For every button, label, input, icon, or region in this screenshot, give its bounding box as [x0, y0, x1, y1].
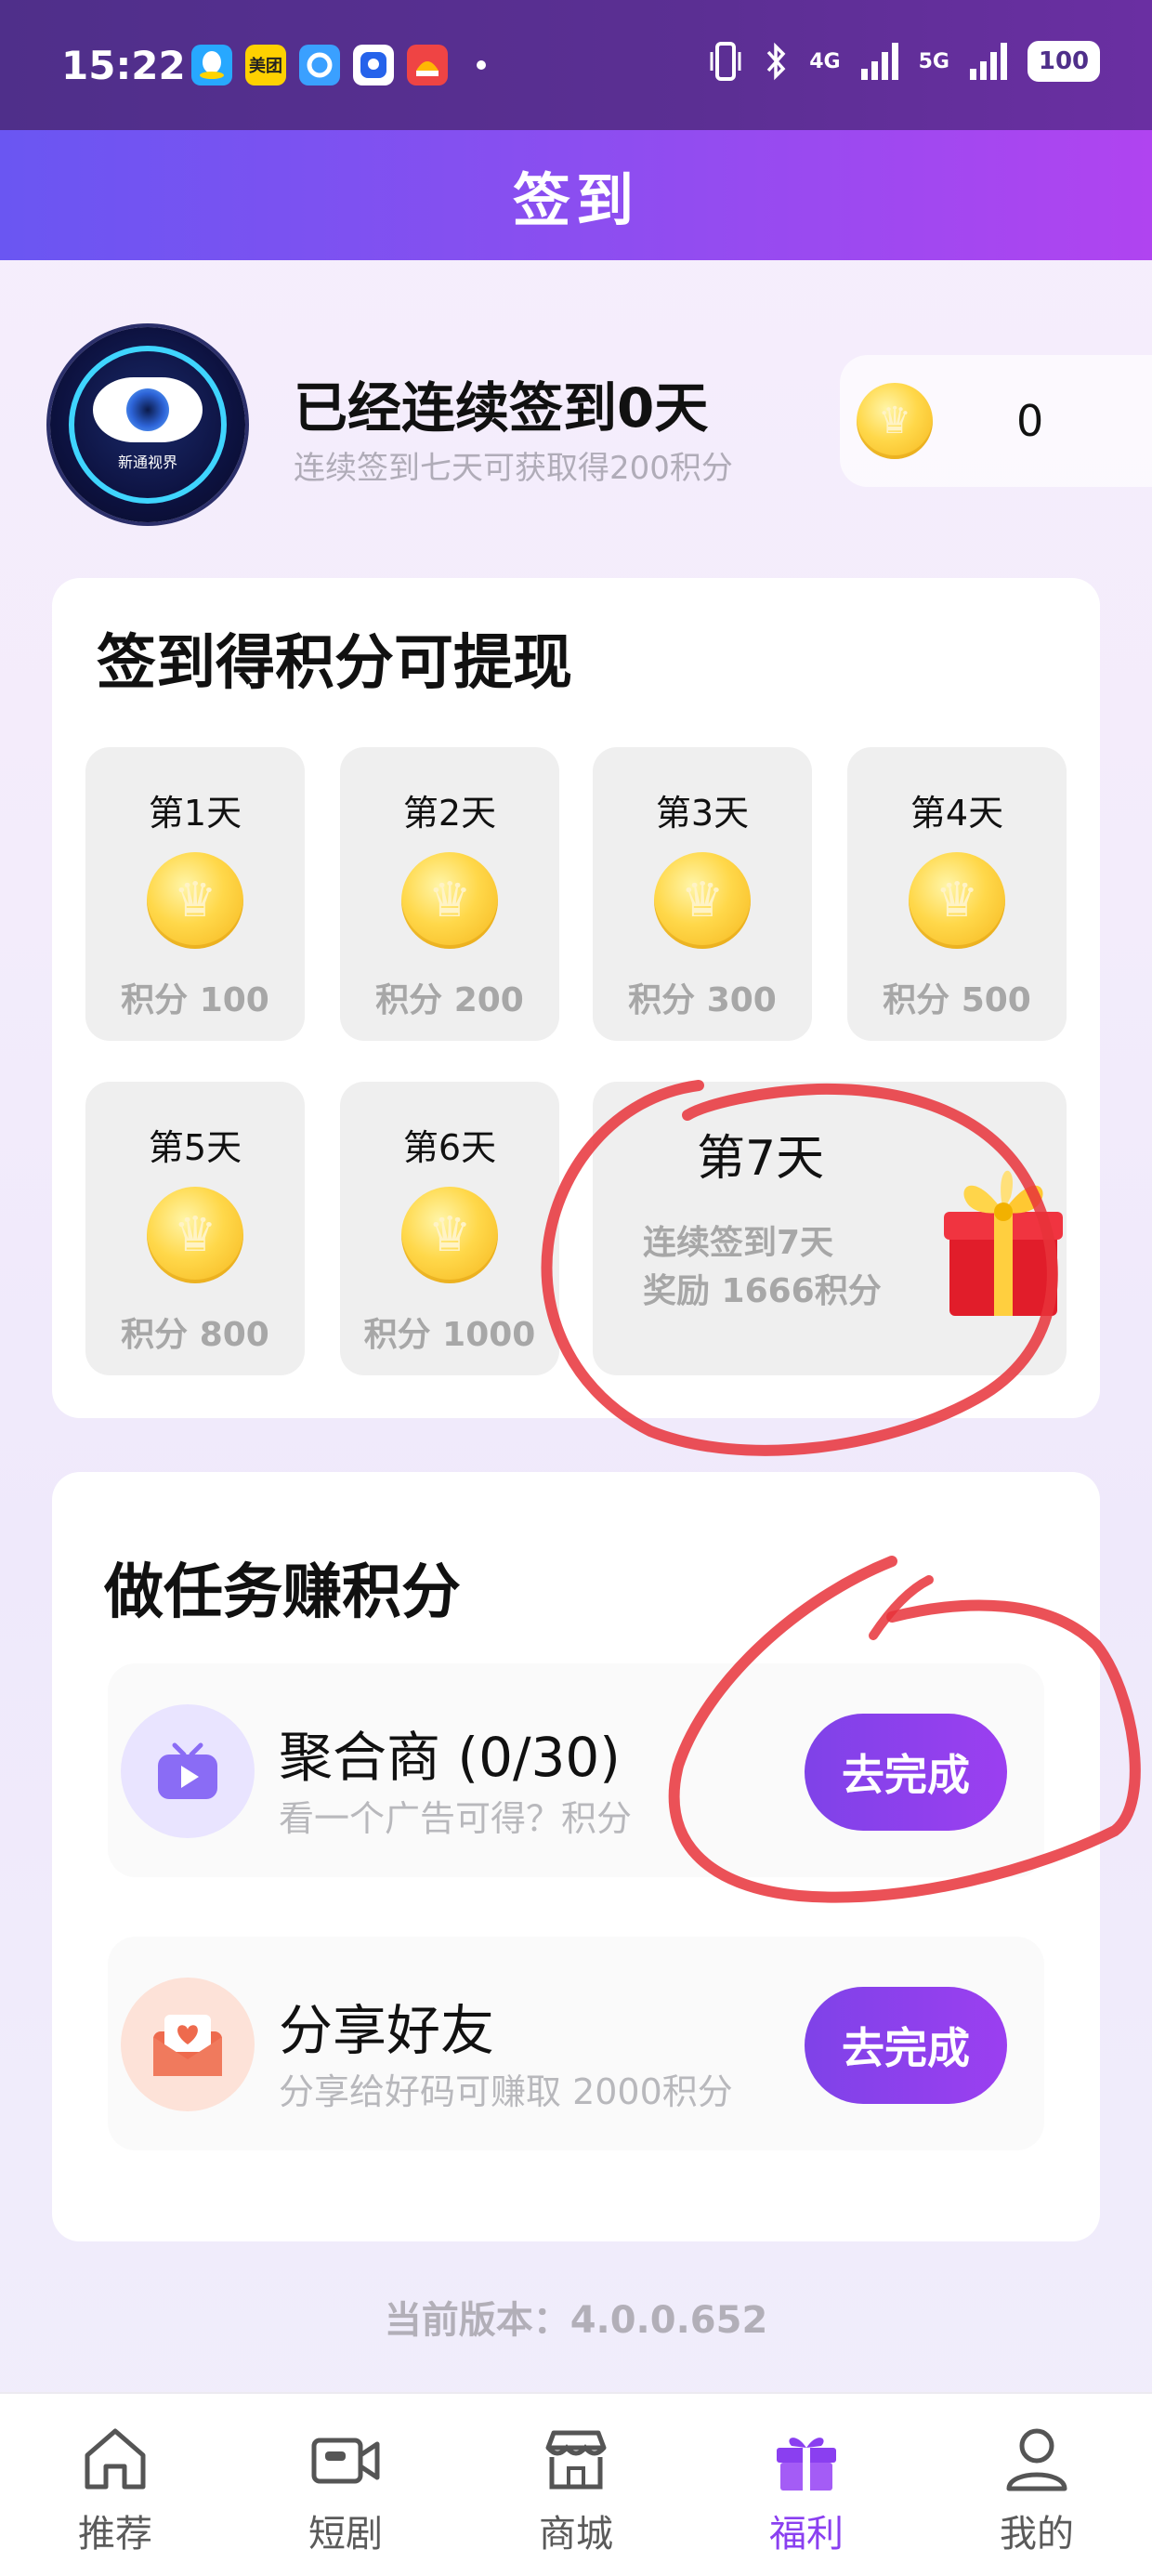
page-title: 签到 [512, 166, 639, 234]
coin-icon: ♛ [147, 852, 243, 949]
task-desc: 分享给好码可赚取 2000积分 [279, 2071, 733, 2112]
nav-item-short-drama[interactable]: 短剧 [230, 2394, 461, 2576]
bottom-nav: 推荐 短剧 商城 福利 我的 [0, 2392, 1152, 2576]
meituan-icon: 美团 [245, 45, 286, 85]
day7-desc-line2: 奖励 1666积分 [643, 1272, 882, 1310]
nav-label: 我的 [1000, 2513, 1074, 2556]
task-name: 分享好友 [279, 1999, 495, 2062]
task-name: 聚合商 (0/30) [279, 1726, 621, 1789]
task-desc: 看一个广告可得？积分 [279, 1798, 633, 1839]
checkin-card: 签到得积分可提现 第1天 ♛ 积分 100 第2天 ♛ 积分 200 第3天 ♛… [52, 578, 1100, 1418]
day-points: 积分 100 [121, 981, 269, 1019]
points-balance[interactable]: ♛ 0 [840, 355, 1152, 487]
battery-indicator: 100 [1028, 41, 1100, 82]
checkin-day-6[interactable]: 第6天 ♛ 积分 1000 [340, 1082, 559, 1375]
app-version: 当前版本：4.0.0.652 [384, 2299, 768, 2342]
gift-icon [777, 2438, 836, 2491]
day-points: 积分 800 [121, 1316, 269, 1354]
checkin-day-7[interactable]: 第7天 连续签到7天 奖励 1666积分 [593, 1082, 1067, 1375]
app-icon [353, 45, 394, 85]
checkin-card-title: 签到得积分可提现 [97, 629, 572, 698]
user-icon [1006, 2428, 1067, 2491]
day-points: 积分 300 [628, 981, 777, 1019]
game-icon [407, 45, 448, 85]
qq-icon [191, 45, 232, 85]
signal-icon [860, 43, 898, 80]
task-item-share: 分享好友 分享给好码可赚取 2000积分 去完成 [108, 1937, 1044, 2150]
coin-icon: ♛ [401, 852, 498, 949]
nav-label: 短剧 [308, 2513, 383, 2556]
status-indicators: 4G 5G 100 [709, 41, 1100, 82]
day-label: 第3天 [655, 793, 750, 834]
complete-task-button[interactable]: 去完成 [805, 1714, 1007, 1831]
day-label: 第2天 [402, 793, 497, 834]
day-points: 积分 500 [883, 981, 1031, 1019]
bluetooth-icon [766, 42, 786, 81]
day-label: 第4天 [910, 793, 1004, 834]
avatar[interactable]: 新通视界 [50, 327, 245, 522]
nav-item-welfare[interactable]: 福利 [691, 2394, 922, 2576]
signal-icon [970, 43, 1007, 80]
eye-icon [93, 377, 203, 442]
video-tv-icon [121, 1704, 255, 1838]
coin-icon: ♛ [857, 383, 933, 459]
share-heart-icon [121, 1978, 255, 2111]
day-label: 第6天 [402, 1127, 497, 1168]
nav-item-mine[interactable]: 我的 [922, 2394, 1152, 2576]
coin-icon: ♛ [654, 852, 751, 949]
more-dot-icon [461, 45, 502, 85]
task-item-ad: 聚合商 (0/30) 看一个广告可得？积分 去完成 [108, 1663, 1044, 1877]
day-label: 第5天 [148, 1127, 242, 1168]
avatar-logo: 新通视界 [69, 346, 227, 504]
day-label: 第7天 [697, 1131, 825, 1187]
browser-icon [299, 45, 340, 85]
status-bar: 15:22 美团 4G 5G 100 [0, 0, 1152, 130]
checkin-streak-title: 已经连续签到0天 [294, 376, 709, 440]
day-points: 积分 1000 [363, 1316, 536, 1354]
video-camera-icon [311, 2438, 380, 2484]
status-time: 15:22 [61, 43, 186, 88]
page-header: 签到 [0, 130, 1152, 260]
checkin-day-4[interactable]: 第4天 ♛ 积分 500 [847, 747, 1067, 1041]
shop-icon [545, 2430, 607, 2490]
tasks-card: 做任务赚积分 聚合商 (0/30) 看一个广告可得？积分 去完成 分享好友 分享… [52, 1472, 1100, 2241]
checkin-streak-subtitle: 连续签到七天可获取得200积分 [294, 450, 733, 487]
nav-label: 推荐 [78, 2513, 152, 2556]
tasks-card-title: 做任务赚积分 [104, 1558, 461, 1627]
day7-desc-line1: 连续签到7天 [643, 1224, 834, 1262]
status-app-icons: 美团 [191, 45, 502, 85]
checkin-day-2[interactable]: 第2天 ♛ 积分 200 [340, 747, 559, 1041]
checkin-day-5[interactable]: 第5天 ♛ 积分 800 [85, 1082, 305, 1375]
checkin-day-3[interactable]: 第3天 ♛ 积分 300 [593, 747, 812, 1041]
day-points: 积分 200 [375, 981, 524, 1019]
nav-item-mall[interactable]: 商城 [461, 2394, 691, 2576]
vibrate-icon [710, 42, 741, 81]
gift-box-icon [944, 1170, 1063, 1316]
complete-task-button[interactable]: 去完成 [805, 1987, 1007, 2104]
coin-icon: ♛ [909, 852, 1005, 949]
nav-label: 商城 [539, 2513, 613, 2556]
nav-label: 福利 [769, 2513, 844, 2556]
avatar-logo-text: 新通视界 [117, 453, 177, 471]
network-5g-label: 5G [918, 49, 949, 73]
points-value: 0 [1016, 396, 1044, 446]
network-4g-label: 4G [809, 49, 841, 73]
nav-item-recommend[interactable]: 推荐 [0, 2394, 230, 2576]
coin-icon: ♛ [147, 1187, 243, 1283]
checkin-day-1[interactable]: 第1天 ♛ 积分 100 [85, 747, 305, 1041]
day-label: 第1天 [148, 793, 242, 834]
coin-icon: ♛ [401, 1187, 498, 1283]
home-icon [85, 2428, 146, 2490]
